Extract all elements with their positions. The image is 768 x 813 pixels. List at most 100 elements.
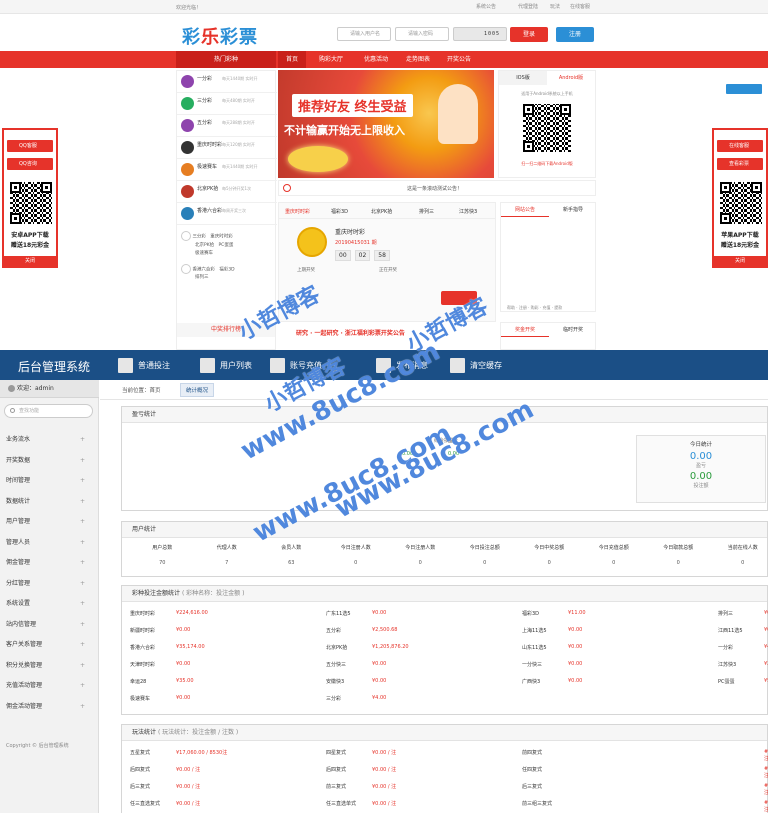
tab-notice[interactable]: 网站公告 [501, 203, 549, 217]
help-links[interactable]: 帮助 · 注册 · 购彩 · 充值 · 提款 [507, 305, 562, 311]
tool-message[interactable]: 发布消息 [376, 357, 428, 374]
sidebar-item[interactable]: 时间管理 + [0, 471, 99, 491]
tab-temp[interactable]: 临时开奖 [549, 323, 597, 337]
user-stats-header-cell: 今日注册人数 [340, 545, 371, 551]
sidebar-item[interactable]: 佣金管理 + [0, 553, 99, 573]
sidebar-item[interactable]: 客户关系管理 + [0, 635, 99, 655]
clock-icon [181, 231, 191, 241]
close-button[interactable]: 关闭 [4, 256, 56, 266]
tab-pl3[interactable]: 排列三 [419, 208, 434, 215]
trash-icon [450, 358, 465, 373]
hot-lottery-tab[interactable]: 热门彩种 [176, 51, 276, 68]
android-tab[interactable]: Android版 [547, 71, 595, 85]
rules-link[interactable]: 玩法 [550, 3, 560, 10]
promo-banner[interactable]: 推荐好友 终生受益 不计输赢开始无上限收入 [278, 70, 494, 178]
lottery-item[interactable]: 北京PK拾 每5分钟开奖1次 [177, 181, 277, 203]
password-input[interactable]: 请输入密码 [395, 27, 449, 41]
sidebar-item[interactable]: 分红管理 + [0, 574, 99, 594]
coins-graphic [288, 146, 348, 172]
stat-label: 重庆时时彩 [130, 611, 156, 617]
sidebar-item[interactable]: 佣金活动管理 + [0, 697, 99, 717]
user-stats-header-cell: 今日注册人数 [405, 545, 436, 551]
sidebar-item[interactable]: 用户管理 + [0, 512, 99, 532]
stat-value: ¥11.00 [568, 610, 586, 616]
buy-now-button[interactable] [441, 291, 477, 305]
sidebar-item[interactable]: 积分兑换管理 + [0, 656, 99, 676]
qr-code-icon [720, 182, 762, 224]
username-input[interactable]: 请输入用户名 [337, 27, 391, 41]
stat-value: ¥2,500.68 [372, 627, 398, 633]
menu-search-input[interactable]: 查找功能 [4, 404, 93, 418]
qq-consult-button[interactable]: QQ咨询 [7, 158, 53, 170]
lottery-icon [181, 119, 194, 132]
tab-guide[interactable]: 新手指导 [549, 203, 597, 217]
lottery-icon [181, 163, 194, 176]
sidebar-item[interactable]: 充值活动管理 + [0, 676, 99, 696]
stat-label: 广东11选5 [326, 611, 351, 617]
user-stats-value-cell: 0 [612, 560, 616, 566]
nav-promo[interactable]: 优惠活动 [355, 51, 397, 68]
site-logo[interactable]: 彩乐彩票 [182, 23, 258, 49]
stat-value: ¥35.00 [176, 678, 194, 684]
close-button[interactable]: 关闭 [714, 256, 766, 266]
register-button[interactable]: 注册 [556, 27, 594, 42]
tool-bet[interactable]: 普通投注 [118, 357, 170, 374]
lottery-item[interactable]: 香港六合彩 每周开奖三次 [177, 203, 277, 225]
service-link[interactable]: 在线客服 [570, 3, 590, 10]
sidebar-item[interactable]: 站内信管理 + [0, 615, 99, 635]
tool-recharge[interactable]: 账号充值 [270, 357, 322, 374]
stat-value: ¥0.00 [568, 678, 583, 684]
notice-link[interactable]: 系统公告 [476, 3, 496, 10]
nav-results[interactable]: 开奖公告 [438, 51, 480, 68]
sidebar-item[interactable]: 业务流水 + [0, 430, 99, 450]
sidebar-item[interactable]: 数据统计 + [0, 492, 99, 512]
news-panel: 网站公告 新手指导 帮助 · 注册 · 购彩 · 充值 · 提款 [500, 202, 596, 312]
notice-text[interactable]: 这是一条滚动测试公告！ [407, 185, 462, 192]
tool-users[interactable]: 用户列表 [200, 357, 252, 374]
welcome-text: 欢迎光临！ [176, 5, 202, 11]
tab-pk10[interactable]: 北京PK拾 [371, 208, 392, 215]
ios-tab[interactable]: IOS版 [499, 71, 547, 85]
current-lottery-name: 重庆时时彩 [335, 229, 366, 236]
stat-label: 后四复式 [130, 767, 151, 773]
nav-home[interactable]: 首页 [278, 51, 306, 68]
stat-label: 五分彩 [326, 628, 342, 634]
stat-label: 三分彩 [326, 696, 342, 702]
tab-cqssc[interactable]: 重庆时时彩 [285, 208, 310, 215]
stat-value: ¥0.00 [568, 627, 583, 633]
qq-service-button[interactable]: QQ客服 [7, 140, 53, 152]
tab-jsk3[interactable]: 江苏快3 [459, 208, 477, 215]
login-button[interactable]: 登录 [510, 27, 548, 42]
stat-value: ¥0.00 / 注 [372, 784, 397, 790]
tab-win[interactable]: 奖金开奖 [501, 323, 549, 337]
agent-login-link[interactable]: 代理登陆 [518, 3, 538, 10]
stat-label: 上海11选5 [522, 628, 547, 634]
user-stats-header-cell: 今日中奖总额 [534, 545, 565, 551]
stat-label: 后三复式 [130, 784, 151, 790]
sidebar-item[interactable]: 系统设置 + [0, 594, 99, 614]
stat-label: 江苏快3 [718, 662, 737, 668]
crumb-text: 当前位置：首页 [122, 388, 161, 394]
sidebar-item[interactable]: 开奖数据 + [0, 451, 99, 471]
check-lottery-button[interactable]: 查看彩票 [717, 158, 763, 170]
captcha-image[interactable]: 1005 [453, 27, 507, 41]
tool-clear-cache[interactable]: 清空缓存 [450, 357, 502, 374]
sidebar-item[interactable]: 管理人员 + [0, 533, 99, 553]
lottery-item[interactable]: 重庆时时彩 每天120期 实时开 [177, 137, 277, 159]
stat-value: ¥0.00 / 注 [176, 767, 201, 773]
nav-trend[interactable]: 走势图表 [397, 51, 439, 68]
lottery-item[interactable]: 极速赛车 每天1440期 实时开 [177, 159, 277, 181]
red-headline[interactable]: 研究 · 一起研究 · 浙江福利彩票开奖公告 [296, 328, 405, 337]
tab-fc3d[interactable]: 福彩3D [331, 208, 348, 215]
tab-overview[interactable]: 统计概况 [180, 383, 215, 397]
lottery-item[interactable]: 五分彩 每天288期 实时开 [177, 115, 277, 137]
rank-title[interactable]: 中奖排行榜 [177, 323, 275, 337]
online-service-button[interactable]: 在线客服 [717, 140, 763, 152]
user-stats-value-cell: 0 [676, 560, 680, 566]
float-link-icon[interactable] [726, 84, 762, 94]
nav-hall[interactable]: 购彩大厅 [310, 51, 352, 68]
character-graphic [438, 84, 478, 144]
lottery-item[interactable]: 一分彩 每天1440期 实时开 [177, 71, 277, 93]
lottery-item[interactable]: 三分彩 每天480期 实时开 [177, 93, 277, 115]
user-stats-value-cell: 0 [354, 560, 358, 566]
